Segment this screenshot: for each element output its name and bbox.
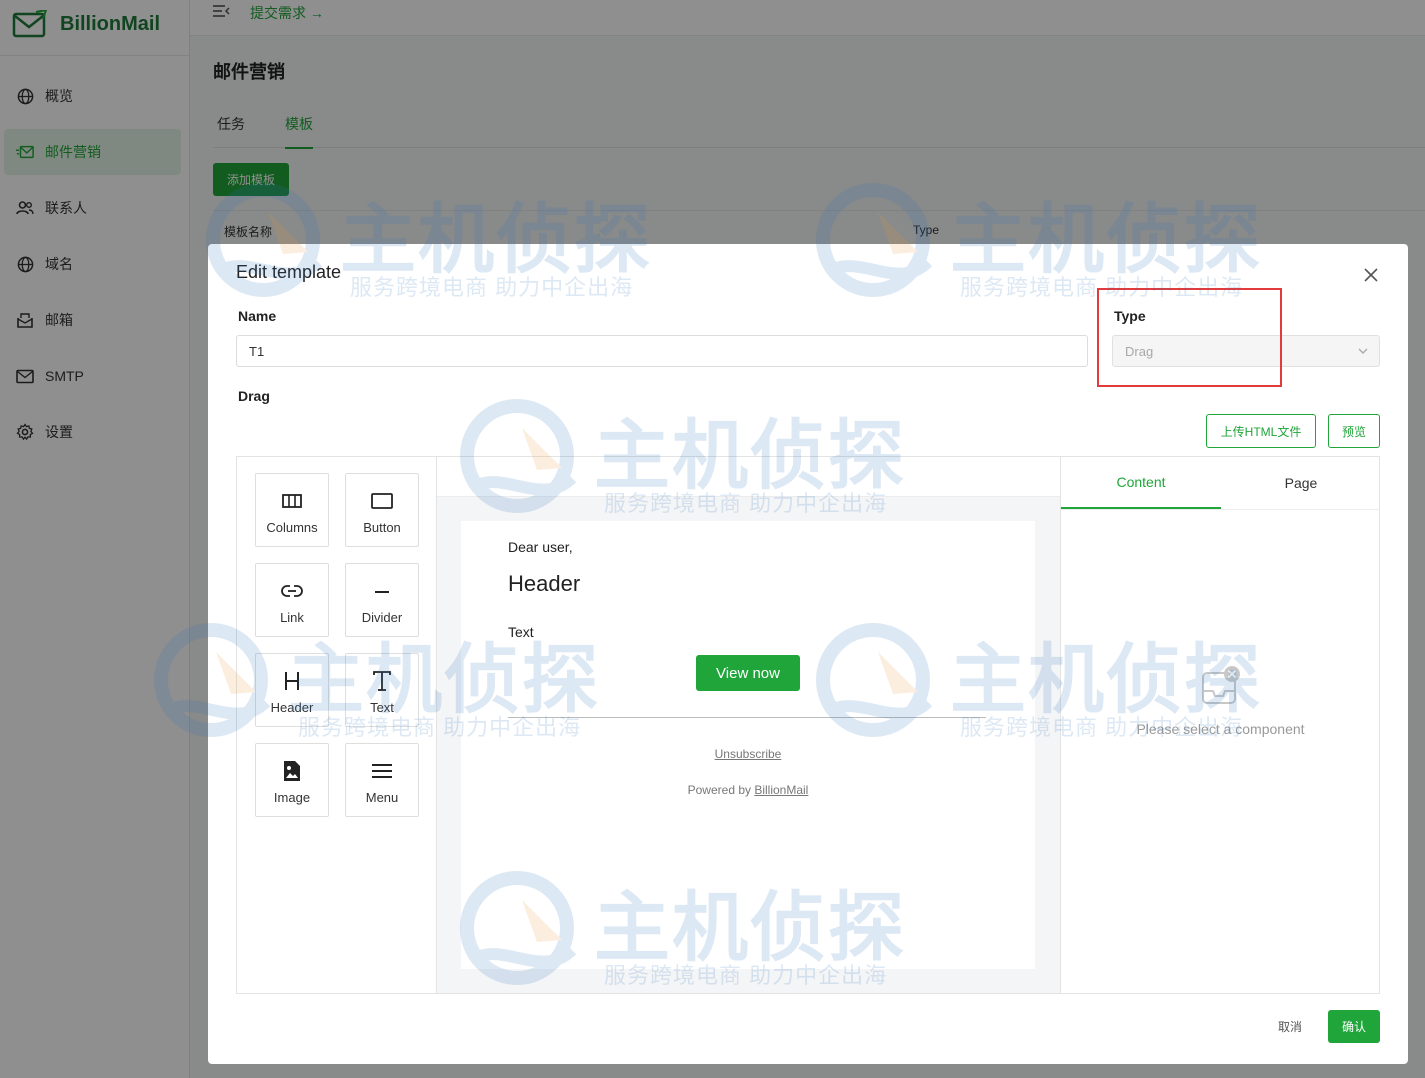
preview-button[interactable]: 预览: [1328, 414, 1380, 448]
annotation-highlight-box: [1097, 288, 1282, 387]
palette-block-label: Image: [273, 790, 311, 805]
confirm-button[interactable]: 确认: [1328, 1010, 1380, 1043]
text-icon: [372, 670, 392, 692]
palette-block-label: Divider: [361, 610, 403, 625]
menu-icon: [371, 760, 393, 782]
chevron-down-icon: [1358, 348, 1368, 354]
palette-block-menu[interactable]: Menu: [345, 743, 419, 817]
name-label: Name: [238, 308, 277, 324]
columns-icon: [282, 490, 302, 512]
palette-block-divider[interactable]: Divider: [345, 563, 419, 637]
empty-state-text: Please select a component: [1136, 721, 1305, 737]
cancel-button[interactable]: 取消: [1264, 1010, 1316, 1043]
modal-title: Edit template: [236, 262, 342, 282]
drag-editor: Columns Button Link Divider Header Text: [236, 456, 1380, 994]
email-canvas[interactable]: Dear user, Header Text View now Unsubscr…: [437, 457, 1060, 993]
palette-block-image[interactable]: Image: [255, 743, 329, 817]
powered-by-text: Powered by BillionMail: [461, 783, 1035, 797]
drag-label: Drag: [238, 388, 270, 404]
palette-block-header[interactable]: Header: [255, 653, 329, 727]
name-input[interactable]: [236, 335, 1088, 367]
divider-icon: [372, 580, 392, 602]
upload-html-button[interactable]: 上传HTML文件: [1206, 414, 1316, 448]
powered-brand-link[interactable]: BillionMail: [754, 783, 808, 797]
unsubscribe-link[interactable]: Unsubscribe: [461, 747, 1035, 761]
email-text-block[interactable]: Text: [508, 624, 534, 640]
palette-block-label: Text: [370, 700, 394, 715]
palette-block-label: Button: [363, 520, 401, 535]
powered-prefix: Powered by: [687, 783, 755, 797]
palette-block-text[interactable]: Text: [345, 653, 419, 727]
tab-page[interactable]: Page: [1221, 457, 1381, 509]
button-icon: [371, 490, 393, 512]
palette-block-columns[interactable]: Columns: [255, 473, 329, 547]
link-icon: [281, 580, 303, 602]
edit-template-modal: Edit template Name Type Drag Drag 上传HTML…: [208, 244, 1408, 1064]
palette-block-label: Columns: [266, 520, 318, 535]
palette-block-label: Header: [270, 700, 314, 715]
email-view-now-button[interactable]: View now: [696, 655, 800, 691]
tab-content[interactable]: Content: [1061, 457, 1221, 509]
email-body[interactable]: Dear user, Header Text View now Unsubscr…: [461, 521, 1035, 969]
email-divider[interactable]: [508, 717, 986, 718]
close-button[interactable]: [1360, 264, 1382, 286]
canvas-toolbar: [437, 457, 1060, 497]
palette-block-link[interactable]: Link: [255, 563, 329, 637]
palette-block-label: Link: [280, 610, 304, 625]
palette-block-label: Menu: [365, 790, 399, 805]
component-palette: Columns Button Link Divider Header Text: [237, 457, 437, 993]
close-icon: [1364, 268, 1378, 282]
properties-panel: Content Page Please select a component: [1060, 457, 1381, 993]
image-icon: [283, 760, 301, 782]
email-header-block[interactable]: Header: [508, 571, 580, 597]
header-icon: [282, 670, 302, 692]
email-greeting[interactable]: Dear user,: [508, 539, 573, 555]
props-tab-divider: [1061, 509, 1380, 510]
palette-block-button[interactable]: Button: [345, 473, 419, 547]
empty-inbox-icon: [1202, 666, 1240, 704]
